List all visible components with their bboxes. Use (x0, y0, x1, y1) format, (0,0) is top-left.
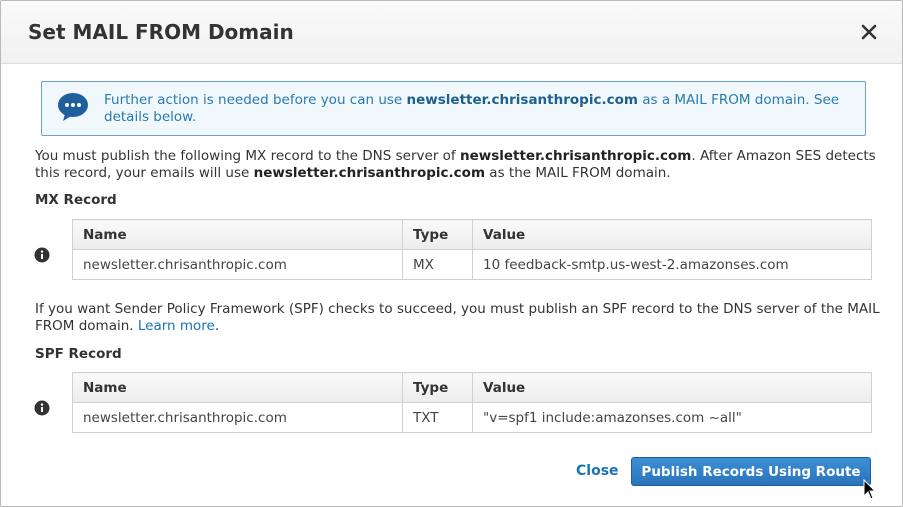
column-header-type: Type (402, 219, 473, 250)
publish-route53-button[interactable]: Publish Records Using Route 53 (631, 457, 871, 506)
notice-message: Further action is needed before you can … (104, 92, 840, 125)
column-header-value: Value (472, 219, 872, 250)
record-value-cell: 10 feedback-smtp.us-west-2.amazonses.com (472, 249, 872, 280)
column-header-value: Value (472, 372, 872, 403)
set-mail-from-dialog: Set MAIL FROM Domain Further action is n… (0, 0, 903, 507)
record-value-cell: "v=spf1 include:amazonses.com ~all" (472, 402, 872, 433)
dialog-title: Set MAIL FROM Domain (28, 20, 294, 44)
record-type-cell: MX (402, 249, 473, 280)
info-notice: Further action is needed before you can … (41, 81, 866, 136)
info-icon[interactable] (34, 247, 50, 263)
mouse-pointer-icon (863, 478, 877, 501)
spf-instructions: If you want Sender Policy Framework (SPF… (35, 301, 880, 334)
spf-record-table: Name Type Value newsletter.chrisanthropi… (72, 372, 872, 433)
learn-more-link[interactable]: Learn more (138, 318, 215, 334)
notice-domain: newsletter.chrisanthropic.com (406, 92, 638, 108)
table-row: newsletter.chrisanthropic.com TXT "v=spf… (72, 402, 872, 433)
mx-record-label: MX Record (35, 192, 117, 208)
spf-record-label: SPF Record (35, 346, 122, 362)
table-header-row: Name Type Value (72, 372, 872, 403)
close-button[interactable]: Close (576, 463, 619, 479)
column-header-type: Type (402, 372, 473, 403)
table-header-row: Name Type Value (72, 219, 872, 250)
chat-bubble-icon (57, 92, 89, 122)
mx-record-table: Name Type Value newsletter.chrisanthropi… (72, 219, 872, 280)
record-name-cell: newsletter.chrisanthropic.com (72, 402, 403, 433)
close-icon[interactable] (858, 21, 880, 43)
table-row: newsletter.chrisanthropic.com MX 10 feed… (72, 249, 872, 280)
record-type-cell: TXT (402, 402, 473, 433)
mx-instructions: You must publish the following MX record… (35, 148, 876, 181)
info-icon[interactable] (34, 400, 50, 416)
record-name-cell: newsletter.chrisanthropic.com (72, 249, 403, 280)
column-header-name: Name (72, 219, 403, 250)
dialog-header: Set MAIL FROM Domain (1, 1, 902, 64)
column-header-name: Name (72, 372, 403, 403)
